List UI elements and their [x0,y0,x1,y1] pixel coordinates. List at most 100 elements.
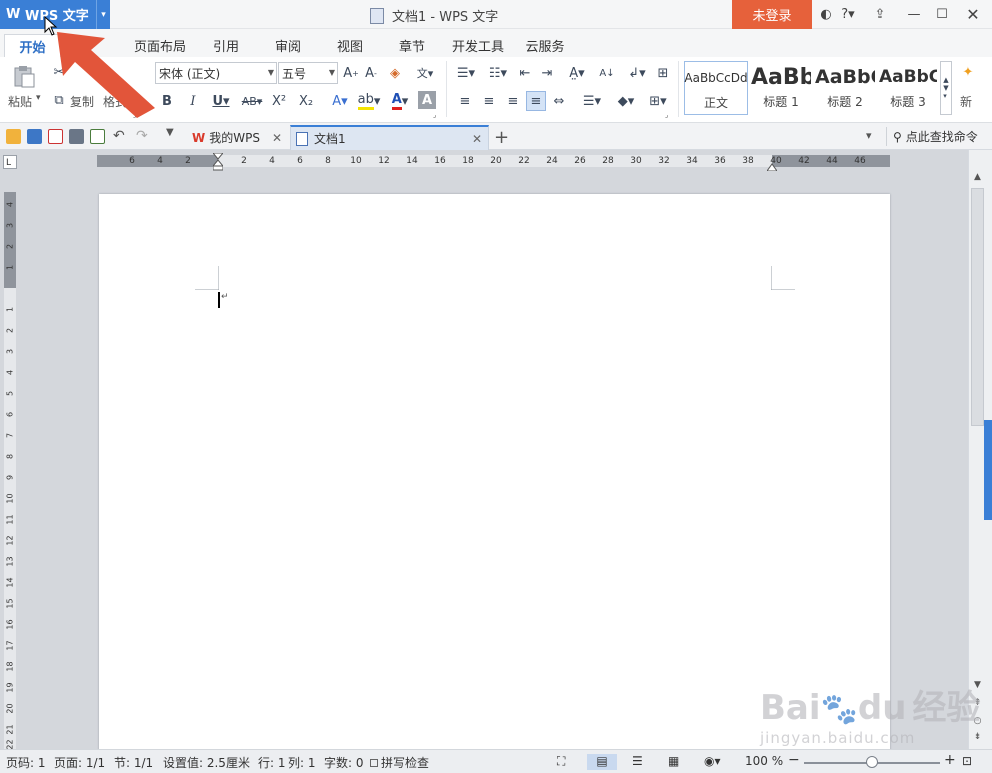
help-icon[interactable]: ?▾ [838,0,858,29]
dialog-launcher-icon[interactable]: ⌟ [433,111,436,119]
skin-icon[interactable]: ◐ [816,0,836,29]
font-size-select[interactable]: 五号 ▼ [278,62,338,84]
tab-stop-selector[interactable]: L [3,155,17,169]
web-view-icon[interactable]: ▦ [668,754,684,770]
scrollbar-thumb[interactable] [971,188,984,426]
shrink-font-icon[interactable]: A- [362,64,380,82]
tab-view[interactable]: 视图 [328,34,372,57]
justify-icon[interactable]: ≡ [526,91,546,111]
maximize-icon[interactable]: ☐ [932,0,952,29]
fullscreen-icon[interactable]: ⛶ [557,754,573,770]
page-view-icon[interactable]: ▤ [587,754,617,770]
bold-icon[interactable]: B [158,91,176,111]
number-list-icon[interactable]: ☷▾ [484,64,512,82]
login-button[interactable]: 未登录 [732,0,812,29]
tab-cloud[interactable]: 云服务 [520,34,570,57]
new-style-icon[interactable]: ✦ [958,63,978,81]
tab-chapter[interactable]: 章节 [390,34,434,57]
style-normal[interactable]: AaBbCcDd 正文 [684,61,748,115]
eye-protection-icon[interactable]: ◉▾ [704,754,732,770]
save-icon[interactable] [27,129,42,144]
close-icon[interactable]: ✕ [962,0,984,29]
fit-page-icon[interactable]: ⊡ [962,754,972,768]
style-heading-3[interactable]: AaBbC 标题 3 [878,61,938,115]
search-command-box[interactable]: ⚲ 点此查找命令 [893,128,978,145]
customize-dropdown-icon[interactable]: ▼ [166,127,181,142]
show-marks-icon[interactable]: ↲▾ [624,64,650,82]
format-painter-label[interactable]: 格式 [103,93,127,110]
doc-tab-my-wps[interactable]: W 我的WPS ✕ [186,125,288,150]
chevron-down-icon[interactable]: ▾ [96,0,110,29]
tab-developer[interactable]: 开发工具 [448,34,508,57]
vertical-ruler[interactable]: 4 3 2 1 1 2 3 4 5 6 7 8 9 10 11 12 13 14… [4,192,16,750]
redo-icon[interactable]: ↷ [136,128,151,144]
cut-icon[interactable]: ✂ [50,63,68,81]
close-icon[interactable]: ✕ [272,131,282,145]
grow-font-icon[interactable]: A + [342,64,360,82]
underline-icon[interactable]: U▾ [208,91,234,111]
export-pdf-icon[interactable] [48,129,63,144]
tab-references[interactable]: 引用 [204,34,248,57]
highlight-icon[interactable]: ab ▾ [354,91,384,111]
copy-icon[interactable]: ⧉ [50,91,68,109]
spellcheck-toggle[interactable]: 拼写检查 [370,754,429,771]
tab-home[interactable]: 开始 [4,34,61,57]
line-spacing-icon[interactable]: ☰▾ [578,92,606,110]
new-style-label[interactable]: 新 [960,93,972,110]
increase-indent-icon[interactable]: ⇥ [538,64,556,82]
style-heading-1[interactable]: AaBb 标题 1 [750,61,812,115]
new-tab-button[interactable]: + [494,125,512,150]
horizontal-ruler[interactable]: 6 4 2 2 4 6 8 10 12 14 16 18 20 22 24 26… [97,152,890,172]
style-name: 正文 [703,96,728,110]
dialog-launcher-icon[interactable]: ⌟ [665,111,668,119]
dialog-launcher-icon[interactable]: ⌟ [133,111,136,119]
minimize-icon[interactable]: — [904,0,924,29]
open-folder-icon[interactable] [6,129,21,144]
close-icon[interactable]: ✕ [472,132,482,146]
print-preview-icon[interactable] [90,129,105,144]
outline-view-icon[interactable]: ☰ [632,754,648,770]
clear-format-icon[interactable]: ◈ [386,64,404,82]
align-left-icon[interactable]: ≡ [456,92,474,110]
upload-icon[interactable]: ⇪ [870,0,890,29]
style-heading-2[interactable]: AaBbC 标题 2 [814,61,876,115]
document-page[interactable]: ↵ [99,194,890,754]
paste-button[interactable] [10,63,38,89]
side-panel-toggle[interactable] [984,420,992,520]
right-indent-marker-icon[interactable] [766,159,778,172]
collapse-ribbon-icon[interactable]: ▾ [866,129,881,144]
doc-tab-document1[interactable]: 文档1 ✕ [290,125,489,150]
font-name-select[interactable]: 宋体 (正文) ▼ [155,62,277,84]
zoom-in-icon[interactable]: + [944,752,956,768]
tab-page-layout[interactable]: 页面布局 [130,34,190,57]
print-icon[interactable] [69,129,84,144]
zoom-slider-thumb[interactable] [866,756,878,768]
char-shading-icon[interactable]: A [418,91,436,109]
text-effect-icon[interactable]: A▾ [326,91,354,111]
borders-icon[interactable]: ⊞▾ [644,92,672,110]
align-center-icon[interactable]: ≡ [480,92,498,110]
tab-review[interactable]: 审阅 [266,34,310,57]
sort-icon[interactable]: A↓ [598,64,616,82]
font-color-icon[interactable]: A ▾ [386,91,414,111]
zoom-out-icon[interactable]: − [788,752,800,768]
zoom-level[interactable]: 100 % [745,754,783,768]
undo-icon[interactable]: ↶ [113,128,128,144]
align-right-icon[interactable]: ≡ [504,92,522,110]
chevron-down-icon[interactable]: ▾ [36,93,41,103]
change-case-icon[interactable]: A̤▾ [562,64,592,82]
italic-icon[interactable]: I [184,91,202,111]
subscript-icon[interactable]: X₂ [296,91,316,111]
style-scroll[interactable]: ▲ ▼ ▾ [940,61,952,115]
table-icon[interactable]: ⊞ [654,64,672,82]
strikethrough-icon[interactable]: AB▾ [238,91,266,111]
distribute-icon[interactable]: ⇔ [550,92,568,110]
superscript-icon[interactable]: X² [270,91,288,111]
scroll-up-icon[interactable]: ▲ [971,172,984,182]
shading-icon[interactable]: ◆▾ [612,92,640,110]
bullet-list-icon[interactable]: ☰▾ [452,64,480,82]
decrease-indent-icon[interactable]: ⇤ [516,64,534,82]
status-word-count[interactable]: 字数: 0 [324,754,364,771]
indent-marker-icon[interactable] [211,152,225,171]
phonetic-icon[interactable]: 文▾ [412,64,438,82]
